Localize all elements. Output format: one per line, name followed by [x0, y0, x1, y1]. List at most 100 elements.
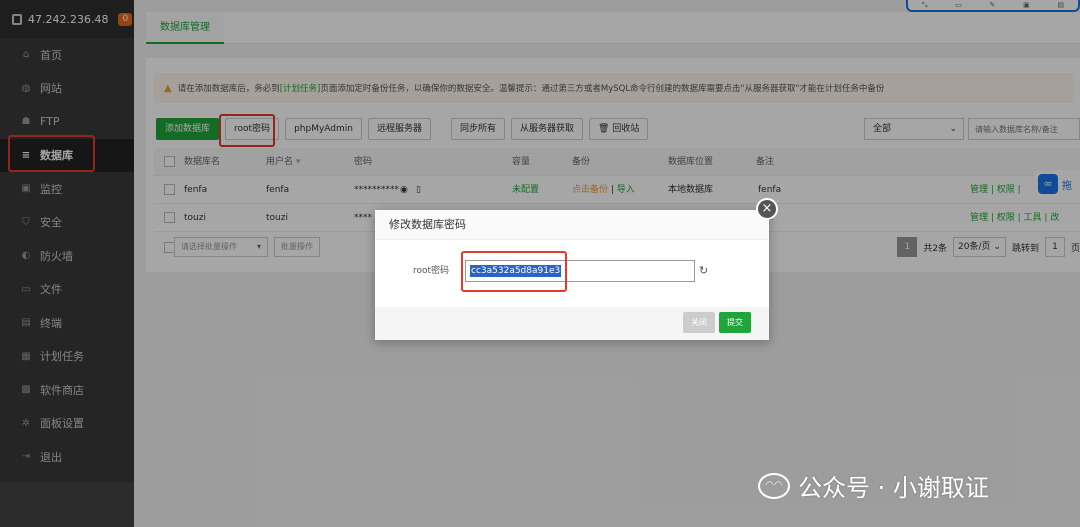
sidebar-item-label: 网站 [40, 82, 62, 96]
notification-badge[interactable]: 0 [118, 12, 133, 26]
dialog-title: 修改数据库密码 [375, 210, 769, 240]
jump-label: 跳转到 [1011, 243, 1039, 254]
cell-user: touzi [266, 213, 288, 223]
sync-all-button[interactable]: 同步所有 [450, 118, 505, 140]
page-button[interactable]: 1 [897, 237, 918, 257]
header-capacity: 容量 [512, 157, 531, 167]
password-row: root密码 cc3a532a5d8a91e3 ↻ [375, 260, 769, 282]
sidebar-item-label: 首页 [40, 48, 62, 62]
row-checkbox[interactable] [164, 212, 175, 223]
total-count: 共2条 [923, 243, 948, 254]
window-icon[interactable]: ▭ [955, 1, 962, 9]
shrink-icon[interactable]: ⤡ [922, 1, 928, 10]
table-header-row: 数据库名 用户名 ▾ 密码 容量 备份 数据库位置 备注 [154, 148, 1080, 176]
gear-icon: ✲ [21, 417, 31, 429]
sidebar-item-10[interactable]: ▩ 软件商店 [0, 373, 134, 407]
search-input[interactable] [968, 118, 1080, 140]
sidebar-item-label: FTP [40, 115, 60, 129]
header-user[interactable]: 用户名 ▾ [266, 148, 300, 176]
table-row: fenfa fenfa ********** ◉ ▯ 未配置 点击备份 | 导入… [154, 176, 1080, 204]
row-ops[interactable]: 管理 | 权限 | [970, 176, 1021, 204]
sidebar-item-4[interactable]: ▣ 监控 [0, 172, 134, 206]
sidebar-item-label: 终端 [40, 316, 62, 330]
sidebar-item-8[interactable]: ▤ 终端 [0, 306, 134, 340]
floating-helper-label: 拖 [1062, 180, 1072, 192]
trash-icon: 🗑 [598, 124, 613, 134]
batch-select[interactable]: 请选择批量操作 ▾ [174, 237, 268, 257]
sidebar: 47.242.236.48 0 ⌂ 首页 ◍ 网站 ☗ FTP ≡ 数据库 ▣ 监控 ⛉ 安全 ◐ 防火墙… [0, 0, 134, 527]
notice-text-after: 页面添加定时备份任务，以确保你的数据安全。温馨提示：通过第三方或者MySQL命令… [320, 84, 885, 94]
edit-icon[interactable]: ✎ [990, 1, 996, 9]
floating-helper[interactable]: ∞ 拖 [1034, 170, 1080, 198]
sidebar-item-11[interactable]: ✲ 面板设置 [0, 407, 134, 441]
filter-select[interactable]: 全部 ⌄ [864, 118, 964, 140]
phpmyadmin-button[interactable]: phpMyAdmin [285, 118, 362, 140]
tab-db-manage[interactable]: 数据库管理 [146, 12, 224, 44]
pagination: 1 共2条 20条/页 ⌄ 跳转到 1 页 [897, 237, 1080, 257]
globe-icon: ◍ [21, 82, 31, 94]
annotation-box-root-password [219, 114, 275, 147]
tab-bar: 数据库管理 [146, 12, 1080, 44]
menu-icon[interactable]: ▤ [1057, 1, 1064, 9]
cell-capacity[interactable]: 未配置 [512, 176, 539, 204]
sidebar-item-6[interactable]: ◐ 防火墙 [0, 239, 134, 273]
sidebar-item-9[interactable]: ▦ 计划任务 [0, 340, 134, 374]
eye-icon[interactable]: ◉ [400, 176, 408, 204]
cell-password: **** [354, 213, 372, 223]
refresh-icon[interactable]: ↻ [699, 260, 708, 282]
chevron-down-icon: ⌄ [993, 242, 1001, 252]
header-location: 数据库位置 [668, 157, 714, 167]
grid-icon: ▩ [21, 384, 31, 396]
import-link[interactable]: 导入 [617, 185, 635, 195]
sidebar-item-1[interactable]: ◍ 网站 [0, 72, 134, 106]
add-database-button[interactable]: 添加数据库 [156, 118, 220, 140]
recycle-bin-button[interactable]: 🗑 回收站 [589, 118, 649, 140]
save-icon[interactable]: ▣ [1023, 1, 1030, 9]
window-controls: ⤡ ▭ ✎ ▣ ▤ [906, 0, 1080, 12]
batch-action-button[interactable]: 批量操作 [274, 237, 320, 257]
fetch-from-server-button[interactable]: 从服务器获取 [511, 118, 584, 140]
header-password: 密码 [354, 157, 373, 167]
remote-server-button[interactable]: 远程服务器 [367, 118, 431, 140]
close-icon[interactable]: × [756, 198, 778, 220]
cell-user: fenfa [266, 185, 290, 195]
annotation-box-database [8, 135, 95, 172]
watermark-text: 公众号 · 小谢取证 [798, 474, 989, 502]
header-user-label: 用户名 [266, 157, 294, 167]
submit-button[interactable]: 提交 [719, 312, 751, 333]
sidebar-item-2[interactable]: ☗ FTP [0, 105, 134, 139]
copy-icon[interactable]: ▯ [416, 176, 421, 204]
warning-icon: ▲ [164, 82, 172, 94]
row-ops[interactable]: 管理 | 权限 | 工具 | 改 [970, 204, 1059, 232]
cell-name: touzi [184, 213, 206, 223]
notice-link-cron[interactable]: [计划任务] [280, 82, 321, 94]
jump-input[interactable]: 1 [1044, 237, 1065, 257]
notice-banner: ▲ 请在添加数据库后，务必到 [计划任务] 页面添加定时备份任务，以确保你的数据… [154, 73, 1074, 103]
annotation-box-password [461, 251, 567, 292]
sidebar-item-0[interactable]: ⌂ 首页 [0, 38, 134, 72]
select-all-checkbox[interactable] [164, 156, 175, 167]
per-page-select[interactable]: 20条/页 ⌄ [953, 237, 1006, 257]
sidebar-item-label: 文件 [40, 283, 62, 297]
cell-name: fenfa [184, 185, 208, 195]
page-suffix: 页 [1070, 243, 1080, 254]
backup-link[interactable]: 点击备份 [572, 185, 608, 195]
close-button[interactable]: 关闭 [683, 312, 715, 333]
sidebar-item-label: 计划任务 [40, 350, 84, 364]
watermark: ◠◠ 公众号 · 小谢取证 [758, 468, 989, 503]
cell-password: ********** [354, 185, 399, 195]
sidebar-item-7[interactable]: ▭ 文件 [0, 273, 134, 307]
sidebar-item-label: 监控 [40, 182, 62, 196]
monitor-icon: ▣ [21, 183, 31, 195]
header-name: 数据库名 [184, 157, 221, 167]
sidebar-item-12[interactable]: ⇥ 退出 [0, 440, 134, 474]
sidebar-bottom [0, 482, 134, 527]
dialog-footer: 关闭 提交 [375, 307, 769, 340]
terminal-icon: ▤ [21, 317, 31, 329]
row-checkbox[interactable] [164, 184, 175, 195]
wechat-icon: ◠◠ [758, 472, 790, 499]
sidebar-item-label: 防火墙 [40, 249, 73, 263]
password-label: root密码 [413, 266, 450, 276]
sidebar-item-5[interactable]: ⛉ 安全 [0, 206, 134, 240]
cell-backup: 点击备份 | 导入 [572, 185, 635, 195]
